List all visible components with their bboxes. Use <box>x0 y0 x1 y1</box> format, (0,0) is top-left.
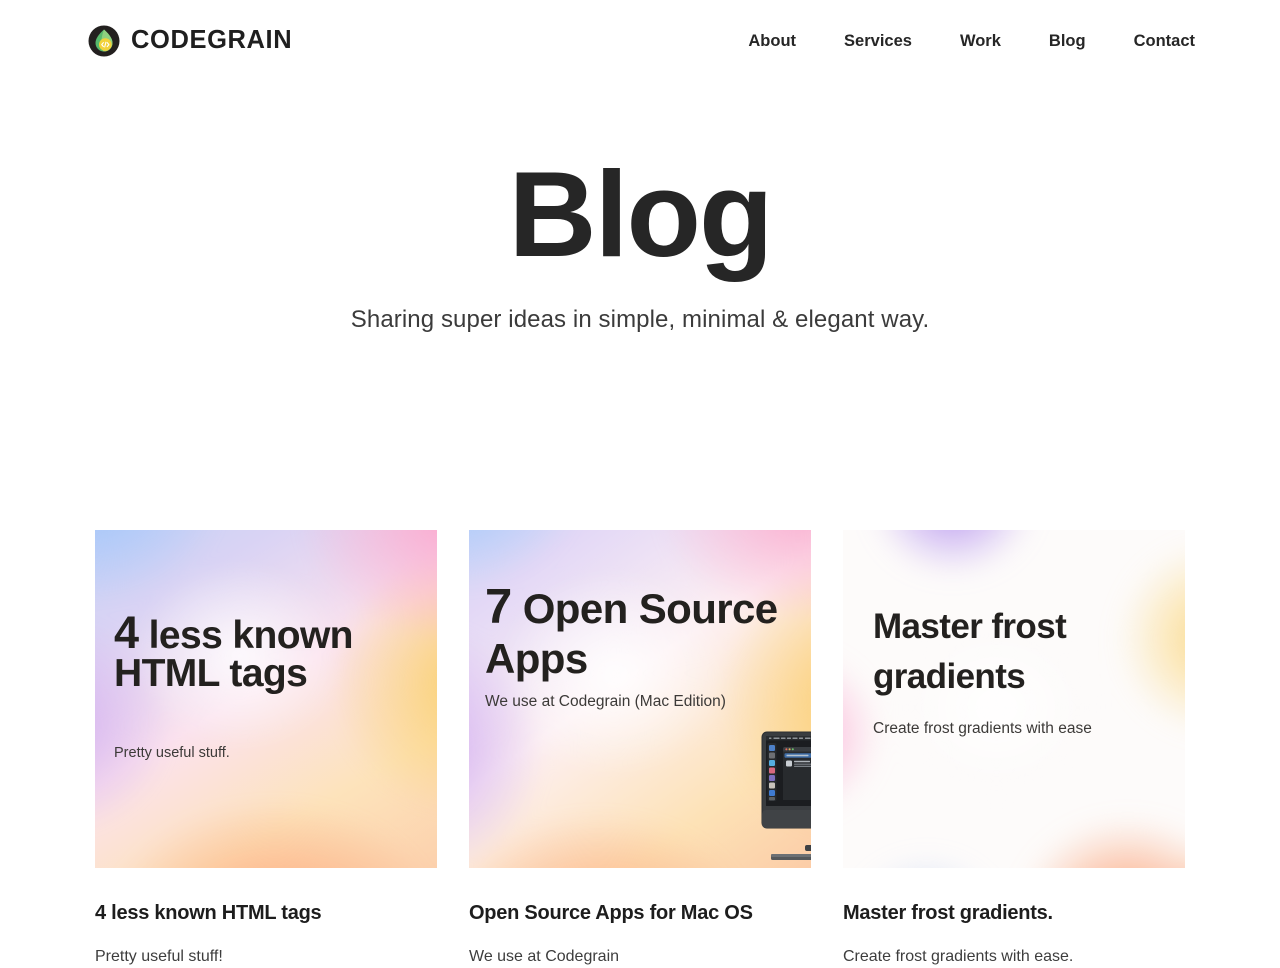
post-excerpt: We use at Codegrain <box>469 948 620 965</box>
thumbnail-headline-rest: Master frost gradients <box>873 607 1067 696</box>
post-excerpt: Create frost gradients with ease. <box>843 948 1074 965</box>
main-navigation: About Services Work Blog Contact <box>724 32 1195 51</box>
post-title[interactable]: Master frost gradients. <box>843 901 1185 925</box>
post-thumbnail[interactable]: Master frost gradients Create frost grad… <box>843 530 1185 868</box>
page-title: Blog <box>508 146 773 282</box>
codegrain-leaf-code-logo-icon <box>88 25 120 57</box>
blog-post-card[interactable]: 7 Open Source Apps We use at Codegrain (… <box>469 530 811 968</box>
site-header: CODEGRAIN About Services Work Blog Conta… <box>0 0 1280 82</box>
nav-item-work[interactable]: Work <box>936 32 1025 51</box>
thumbnail-overlay: Master frost gradients Create frost grad… <box>843 530 1185 868</box>
thumbnail-subtext: We use at Codegrain (Mac Edition) <box>485 693 726 710</box>
brand-logo-link[interactable]: CODEGRAIN <box>88 25 292 57</box>
post-thumbnail[interactable]: 4 less known HTML tags Pretty useful stu… <box>95 530 437 868</box>
nav-item-about[interactable]: About <box>724 32 820 51</box>
post-title[interactable]: Open Source Apps for Mac OS <box>469 901 811 925</box>
blog-post-card[interactable]: Master frost gradients Create frost grad… <box>843 530 1185 968</box>
thumbnail-headline-lead: 7 <box>485 580 512 634</box>
blog-post-card[interactable]: 4 less known HTML tags Pretty useful stu… <box>95 530 437 968</box>
thumbnail-headline-lead: 4 <box>114 607 139 658</box>
thumbnail-headline-rest: less known HTML tags <box>114 614 354 695</box>
thumbnail-headline: 4 less known HTML tags <box>114 610 437 695</box>
thumbnail-overlay: 7 Open Source Apps We use at Codegrain (… <box>469 530 811 868</box>
page-subtitle: Sharing super ideas in simple, minimal &… <box>350 306 930 334</box>
brand-name: CODEGRAIN <box>131 26 293 55</box>
thumbnail-headline-rest: Open Source Apps <box>485 585 778 682</box>
post-title[interactable]: 4 less known HTML tags <box>95 901 437 925</box>
nav-item-services[interactable]: Services <box>820 32 936 51</box>
post-excerpt: Pretty useful stuff! <box>95 948 223 965</box>
thumbnail-subtext: Pretty useful stuff. <box>114 745 230 761</box>
thumbnail-headline: Master frost gradients <box>873 602 1185 702</box>
post-thumbnail[interactable]: 7 Open Source Apps We use at Codegrain (… <box>469 530 811 868</box>
thumbnail-headline: 7 Open Source Apps <box>485 582 811 684</box>
thumbnail-overlay: 4 less known HTML tags Pretty useful stu… <box>95 530 437 868</box>
nav-item-contact[interactable]: Contact <box>1110 32 1195 51</box>
hero-section: Blog Sharing super ideas in simple, mini… <box>0 150 1280 334</box>
nav-item-blog[interactable]: Blog <box>1025 32 1110 51</box>
blog-post-grid: 4 less known HTML tags Pretty useful stu… <box>95 530 1185 968</box>
thumbnail-subtext: Create frost gradients with ease <box>873 720 1092 737</box>
